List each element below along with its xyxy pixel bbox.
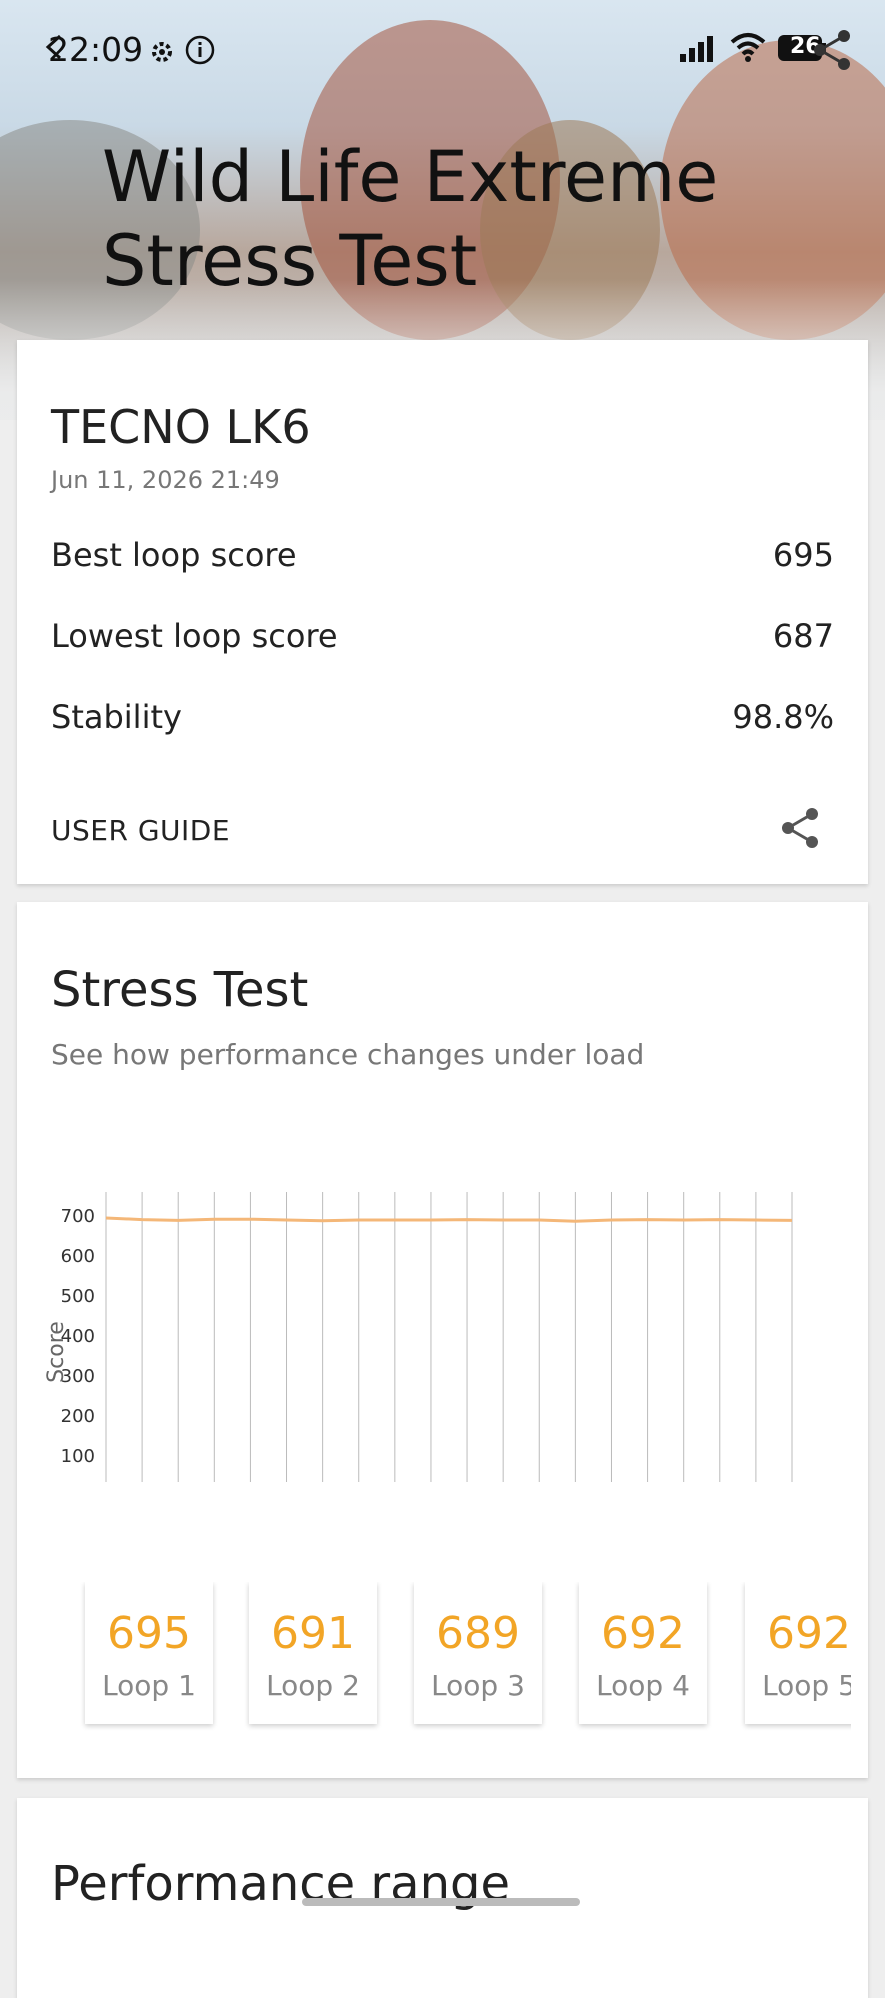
stress-test-card: Stress Test See how performance changes … xyxy=(17,902,868,1778)
loop-label: Loop 5 xyxy=(762,1669,851,1702)
share-icon[interactable] xyxy=(778,806,822,850)
y-tick-label: 200 xyxy=(61,1406,95,1427)
lowest-loop-label: Lowest loop score xyxy=(51,617,338,655)
lowest-loop-value: 687 xyxy=(772,617,834,655)
stability-value: 98.8% xyxy=(732,698,834,736)
loop-score: 689 xyxy=(436,1608,520,1659)
y-tick-label: 600 xyxy=(61,1246,95,1267)
page-title: Wild Life Extreme Stress Test xyxy=(102,135,822,303)
y-tick-label: 500 xyxy=(61,1286,95,1307)
stress-test-chart: 1234567891011121314151617181920010020030… xyxy=(44,1192,793,1482)
loop-card-2[interactable]: 691 Loop 2 xyxy=(249,1582,377,1724)
best-loop-label: Best loop score xyxy=(51,536,297,574)
loop-score: 692 xyxy=(767,1608,851,1659)
status-bar: 22:09 26 xyxy=(0,0,885,100)
loop-score: 692 xyxy=(601,1608,685,1659)
user-guide-link[interactable]: USER GUIDE xyxy=(51,814,230,847)
loop-label: Loop 1 xyxy=(102,1669,196,1702)
y-tick-label: 700 xyxy=(61,1206,95,1227)
loop-label: Loop 4 xyxy=(596,1669,690,1702)
best-loop-value: 695 xyxy=(772,536,834,574)
y-axis-label: Score xyxy=(44,1321,69,1383)
series-line xyxy=(105,1216,793,1223)
info-icon xyxy=(185,35,215,65)
loop-label: Loop 3 xyxy=(431,1669,525,1702)
loop-card-1[interactable]: 695 Loop 1 xyxy=(85,1582,213,1724)
gear-icon xyxy=(152,42,172,62)
summary-card: TECNO LK6 Jun 11, 2026 21:49 Best loop s… xyxy=(17,340,868,884)
loop-scores-row[interactable]: 695 Loop 1 691 Loop 2 689 Loop 3 692 Loo… xyxy=(67,1582,851,1732)
page-title-line1: Wild Life Extreme xyxy=(102,136,719,218)
loop-score: 695 xyxy=(107,1608,191,1659)
stress-test-title: Stress Test xyxy=(51,962,309,1018)
signal-icon xyxy=(680,36,713,62)
wifi-icon xyxy=(730,33,766,62)
home-indicator[interactable] xyxy=(302,1898,580,1906)
loop-card-5[interactable]: 692 Loop 5 xyxy=(745,1582,851,1724)
loop-card-4[interactable]: 692 Loop 4 xyxy=(579,1582,707,1724)
share-top-icon[interactable] xyxy=(810,28,854,72)
loop-label: Loop 2 xyxy=(266,1669,360,1702)
loop-score: 691 xyxy=(271,1608,355,1659)
stress-test-subtitle: See how performance changes under load xyxy=(51,1038,645,1071)
device-name: TECNO LK6 xyxy=(51,400,311,454)
status-time: 22:09 xyxy=(48,30,144,69)
page-title-line2: Stress Test xyxy=(102,220,478,302)
y-tick-label: 100 xyxy=(61,1446,95,1467)
test-date: Jun 11, 2026 21:49 xyxy=(51,466,280,494)
loop-card-3[interactable]: 689 Loop 3 xyxy=(414,1582,542,1724)
stability-label: Stability xyxy=(51,698,182,736)
